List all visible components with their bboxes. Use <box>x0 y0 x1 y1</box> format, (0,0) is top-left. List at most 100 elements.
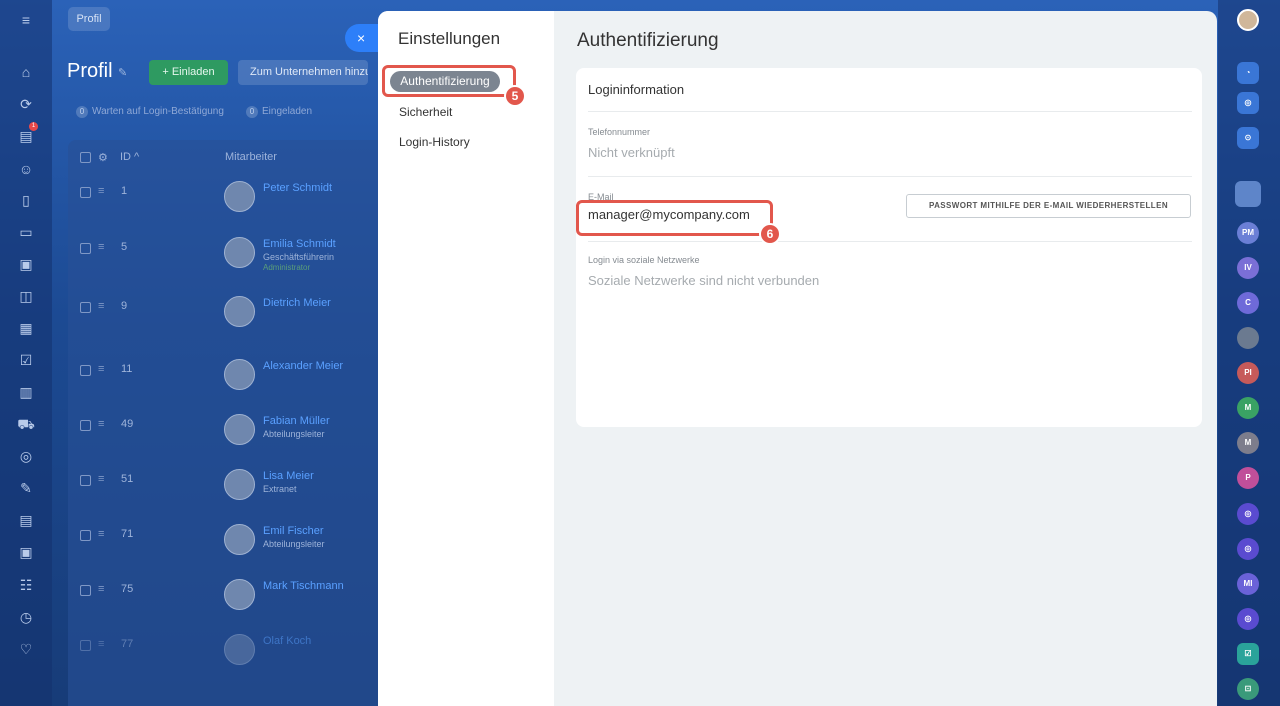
social-value: Soziale Netzwerke sind nicht verbunden <box>588 273 820 288</box>
settings-gear-icon[interactable]: ⚙ <box>98 151 108 164</box>
comments-icon[interactable]: ◫ <box>17 287 35 305</box>
row-id: 51 <box>121 473 134 485</box>
employee-role: Abteilungsleiter <box>263 429 325 439</box>
row-checkbox[interactable] <box>80 475 91 486</box>
edit-icon[interactable]: ✎ <box>118 66 127 79</box>
row-checkbox[interactable] <box>80 585 91 596</box>
row-menu-icon[interactable]: ≡ <box>98 473 104 485</box>
group-icon[interactable]: ☷ <box>17 576 35 594</box>
card-icon[interactable]: ▣ <box>17 543 35 561</box>
table-row[interactable]: ≡ 71 Emil Fischer Abteilungsleiter <box>68 524 392 585</box>
row-id: 5 <box>121 241 128 253</box>
row-menu-icon[interactable]: ≡ <box>98 418 104 430</box>
row-checkbox[interactable] <box>80 365 91 376</box>
avatar <box>224 359 255 390</box>
row-checkbox[interactable] <box>80 420 91 431</box>
breadcrumb[interactable]: Profil <box>68 7 110 31</box>
chat-avatar-pi[interactable]: PI <box>1237 362 1259 384</box>
document-icon[interactable]: ▯ <box>17 191 35 209</box>
drive-icon[interactable]: ▭ <box>17 223 35 241</box>
row-id: 75 <box>121 583 134 595</box>
employee-role: Extranet <box>263 484 297 494</box>
row-menu-icon[interactable]: ≡ <box>98 300 104 312</box>
add-company-button[interactable]: Zum Unternehmen hinzufügen <box>238 60 368 85</box>
table-row[interactable]: ≡ 77 Olaf Koch <box>68 634 392 695</box>
users-icon[interactable]: ☺ <box>17 160 35 178</box>
storage-icon[interactable]: ▤ <box>17 511 35 529</box>
reset-password-button[interactable]: PASSWORT MITHILFE DER E-MAIL WIEDERHERST… <box>906 194 1191 218</box>
home-icon[interactable]: ⌂ <box>17 63 35 81</box>
copilot-icon[interactable]: ◎ <box>1237 92 1259 114</box>
table-row[interactable]: ≡ 49 Fabian Müller Abteilungsleiter <box>68 414 392 475</box>
table-row[interactable]: ≡ 51 Lisa Meier Extranet <box>68 469 392 530</box>
table-row[interactable]: ≡ 11 Alexander Meier <box>68 359 392 420</box>
row-menu-icon[interactable]: ≡ <box>98 528 104 540</box>
pen-icon[interactable]: ✎ <box>17 479 35 497</box>
chat-avatar-m[interactable]: M <box>1237 397 1259 419</box>
row-menu-icon[interactable]: ≡ <box>98 638 104 650</box>
menu-icon[interactable]: ≡ <box>17 11 35 29</box>
row-menu-icon[interactable]: ≡ <box>98 185 104 197</box>
row-checkbox[interactable] <box>80 187 91 198</box>
nav-item-security[interactable]: Sicherheit <box>399 105 452 119</box>
employee-name[interactable]: Mark Tischmann <box>263 580 344 592</box>
select-all-checkbox[interactable] <box>80 152 91 163</box>
chat-avatar-group[interactable] <box>1237 327 1259 349</box>
chat-avatar[interactable] <box>1235 181 1261 207</box>
divider <box>588 241 1192 242</box>
row-id: 9 <box>121 300 128 312</box>
chat-avatar-m2[interactable]: M <box>1237 432 1259 454</box>
stat-invited[interactable]: 0 Eingeladen <box>246 104 312 120</box>
table-row[interactable]: ≡ 1 Peter Schmidt <box>68 181 392 242</box>
bell-icon[interactable]: ◔ <box>1237 62 1259 84</box>
cart-icon[interactable]: ⛟ <box>17 415 35 433</box>
copilot-chat-icon[interactable]: ◎ <box>1237 538 1259 560</box>
row-checkbox[interactable] <box>80 530 91 541</box>
employee-name[interactable]: Peter Schmidt <box>263 182 332 194</box>
phone-value: Nicht verknüpft <box>588 145 675 160</box>
user-avatar[interactable] <box>1237 9 1259 31</box>
clock-icon[interactable]: ◷ <box>17 608 35 626</box>
table-row[interactable]: ≡ 75 Mark Tischmann <box>68 579 392 640</box>
row-menu-icon[interactable]: ≡ <box>98 363 104 375</box>
employee-name[interactable]: Emil Fischer <box>263 525 324 537</box>
chat-avatar-iv[interactable]: IV <box>1237 257 1259 279</box>
column-id[interactable]: ID ^ <box>120 151 139 163</box>
task-icon[interactable]: ☑ <box>1237 643 1259 665</box>
copilot-chat-icon[interactable]: ◎ <box>1237 608 1259 630</box>
stat-pending[interactable]: 0 Warten auf Login-Bestätigung <box>76 104 224 120</box>
chat-icon[interactable]: ▣ <box>17 255 35 273</box>
checklist-icon[interactable]: ☑ <box>17 351 35 369</box>
table-row[interactable]: ≡ 9 Dietrich Meier <box>68 296 392 357</box>
row-checkbox[interactable] <box>80 243 91 254</box>
chat-avatar-pm[interactable]: PM <box>1237 222 1259 244</box>
chat-avatar-c[interactable]: C <box>1237 292 1259 314</box>
chart-icon[interactable]: ▥ <box>17 383 35 401</box>
employee-name[interactable]: Olaf Koch <box>263 635 311 647</box>
close-slider-button[interactable]: × <box>345 24 381 52</box>
employee-name[interactable]: Fabian Müller <box>263 415 330 427</box>
row-menu-icon[interactable]: ≡ <box>98 241 104 253</box>
row-menu-icon[interactable]: ≡ <box>98 583 104 595</box>
search-icon[interactable]: ⊙ <box>1237 127 1259 149</box>
refresh-icon[interactable]: ⟳ <box>17 95 35 113</box>
column-employee[interactable]: Mitarbeiter <box>225 151 277 163</box>
employee-name[interactable]: Lisa Meier <box>263 470 314 482</box>
lock-icon[interactable]: ⊡ <box>1237 678 1259 700</box>
row-checkbox[interactable] <box>80 640 91 651</box>
chat-avatar-mi[interactable]: MI <box>1237 573 1259 595</box>
target-icon[interactable]: ◎ <box>17 447 35 465</box>
chat-avatar-p[interactable]: P <box>1237 467 1259 489</box>
nav-item-login-history[interactable]: Login-History <box>399 135 470 149</box>
heart-icon[interactable]: ♡ <box>17 640 35 658</box>
row-checkbox[interactable] <box>80 302 91 313</box>
employee-name[interactable]: Emilia Schmidt <box>263 238 336 250</box>
calendar-icon[interactable]: ▦ <box>17 319 35 337</box>
highlight-box-email <box>576 200 773 236</box>
table-row[interactable]: ≡ 5 Emilia Schmidt Geschäftsführerin Adm… <box>68 237 392 298</box>
employee-name[interactable]: Dietrich Meier <box>263 297 331 309</box>
employee-name[interactable]: Alexander Meier <box>263 360 343 372</box>
invite-button[interactable]: + Einladen <box>149 60 228 85</box>
copilot-chat-icon[interactable]: ◎ <box>1237 503 1259 525</box>
employee-tag: Administrator <box>263 263 311 272</box>
